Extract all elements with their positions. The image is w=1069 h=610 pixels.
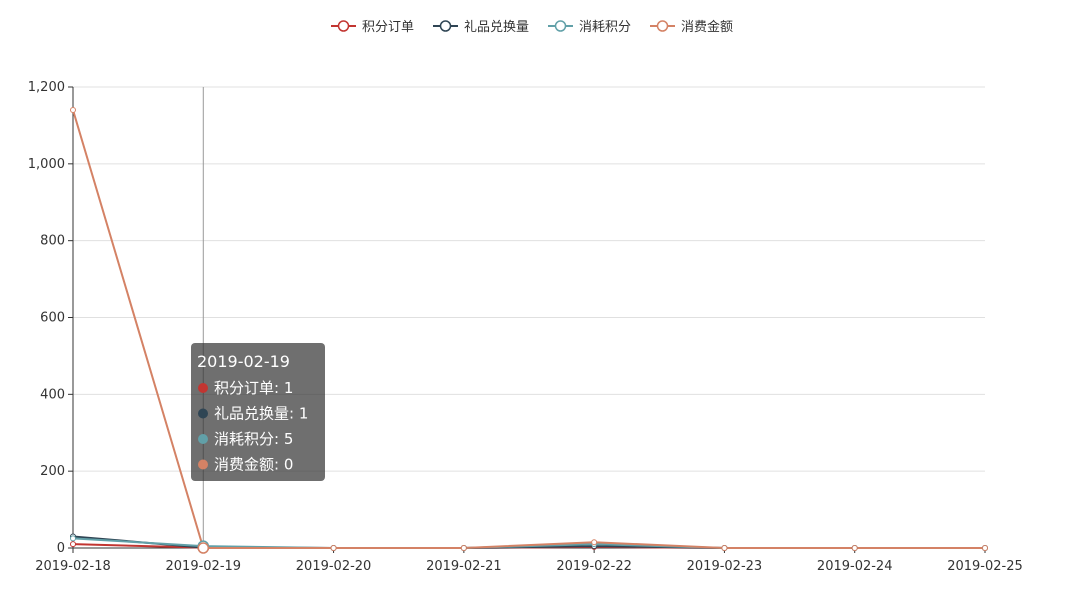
data-point[interactable] (70, 535, 76, 542)
data-point[interactable] (197, 542, 210, 554)
y-tick-label: 400 (40, 387, 65, 402)
data-point[interactable] (70, 107, 76, 114)
tooltip-series-dot (198, 408, 208, 419)
data-point[interactable] (982, 545, 988, 551)
x-tick-label: 2019-02-19 (166, 559, 242, 574)
tooltip-row-label: 礼品兑换量: 1 (214, 405, 308, 423)
legend-item[interactable]: 礼品兑换量 (433, 19, 529, 35)
legend-item[interactable]: 消耗积分 (548, 20, 631, 35)
legend-marker-icon (656, 20, 669, 32)
tooltip-row-label: 消费金额: 0 (214, 456, 293, 474)
y-tick-label: 800 (40, 234, 65, 249)
tooltip-series-dot (198, 459, 208, 470)
chart-plot-area (70, 87, 988, 554)
x-tick-label: 2019-02-20 (296, 559, 372, 574)
legend-label: 消耗积分 (579, 20, 631, 35)
x-tick-label: 2019-02-21 (426, 559, 502, 574)
x-tick-label: 2019-02-23 (687, 559, 763, 574)
data-point[interactable] (460, 545, 467, 551)
data-point[interactable] (721, 545, 728, 551)
data-point[interactable] (330, 545, 337, 551)
tooltip-row-label: 消耗积分: 5 (214, 430, 293, 448)
tooltip-row-label: 积分订单: 1 (214, 379, 293, 397)
y-tick-label: 1,200 (28, 80, 65, 95)
x-tick-label: 2019-02-22 (556, 559, 632, 574)
chart-axes: 0 200 400 600 800 1,000 1,200 2019-02-18 2019-02… (28, 80, 1023, 574)
data-point[interactable] (591, 539, 598, 546)
tooltip-series-dot (198, 434, 208, 444)
legend-marker-icon (337, 20, 350, 32)
x-tick-label: 2019-02-25 (947, 559, 1023, 574)
data-point[interactable] (70, 541, 76, 548)
series-line (72, 537, 985, 549)
chart-legend[interactable]: 积分订单 礼品兑换量 消耗积分 消费金额 (331, 19, 733, 35)
tooltip-title: 2019-02-19 (197, 352, 290, 371)
y-tick-label: 1,000 (28, 157, 65, 172)
x-tick-label: 2019-02-24 (817, 559, 893, 574)
data-point[interactable] (851, 545, 858, 551)
legend-marker-icon (439, 20, 452, 32)
y-tick-label: 0 (57, 541, 65, 556)
y-tick-label: 600 (40, 311, 65, 326)
tooltip-series-dot (198, 383, 208, 393)
legend-item[interactable]: 消费金额 (650, 19, 733, 35)
y-tick-label: 200 (40, 464, 65, 479)
legend-item[interactable]: 积分订单 (331, 20, 414, 35)
legend-label: 礼品兑换量 (464, 19, 529, 35)
x-tick-label: 2019-02-18 (35, 559, 111, 574)
legend-label: 积分订单 (362, 20, 414, 35)
series-line (72, 109, 985, 549)
line-chart: 积分订单 礼品兑换量 消耗积分 消费金额 0 200 400 600 800 1,000 1,20… (28, 19, 1023, 574)
legend-marker-icon (554, 20, 567, 32)
legend-label: 消费金额 (681, 19, 733, 35)
chart-tooltip: 2019-02-19 积分订单: 1 礼品兑换量: 1 消耗积分: 5 消费金额: 0 (191, 343, 325, 481)
